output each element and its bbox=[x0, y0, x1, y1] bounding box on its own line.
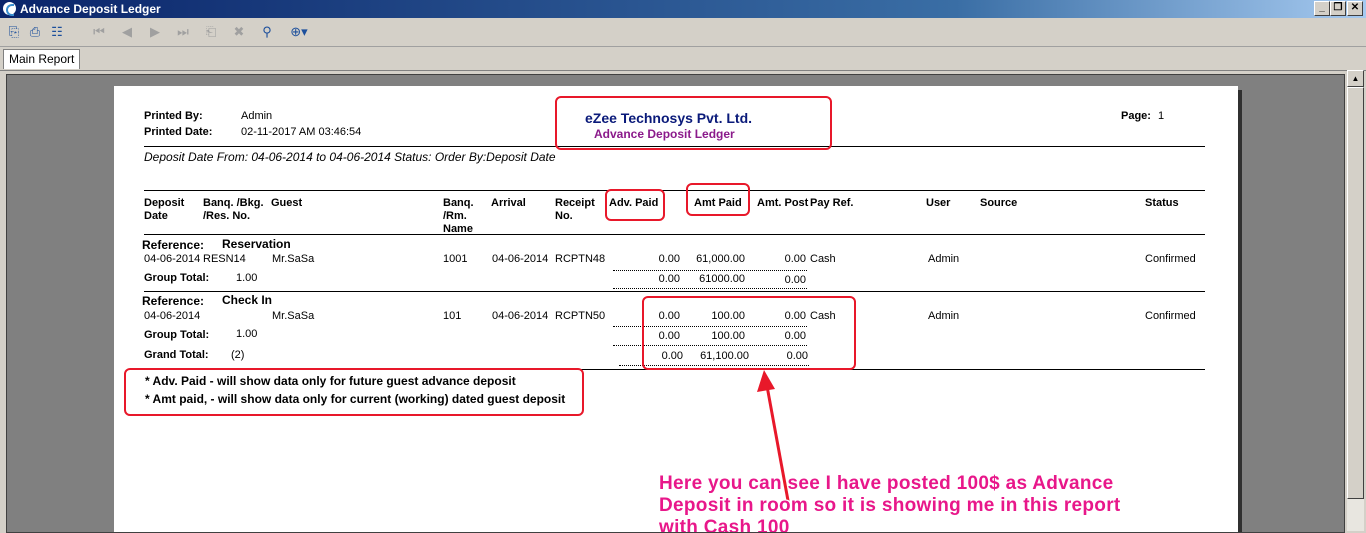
cell-amt-post: 0.00 bbox=[784, 253, 806, 265]
toolbar: ⎘ ⎙ ☷ ⏮ ◀ ▶ ⏭ ⎗ ✖ ⚲ ⊕▾ bbox=[0, 18, 1366, 47]
cell-pay-ref: Cash bbox=[810, 253, 836, 265]
cell-adv-paid: 0.00 bbox=[658, 253, 680, 265]
export-icon[interactable]: ⎘ bbox=[5, 23, 23, 41]
printed-by-label: Printed By: bbox=[144, 110, 203, 122]
cell-arrival: 04-06-2014 bbox=[492, 310, 549, 322]
arrow-head bbox=[757, 370, 775, 392]
reference-name: Reservation bbox=[222, 237, 291, 251]
divider bbox=[144, 234, 1205, 235]
cell-res-no: RESN14 bbox=[203, 253, 246, 265]
col-pay-ref: Pay Ref. bbox=[810, 197, 854, 209]
group-total-adv: 0.00 bbox=[658, 273, 680, 285]
cell-status: Confirmed bbox=[1145, 253, 1196, 265]
annotation-callout: Here you can see I have posted 100$ as A… bbox=[659, 473, 1121, 533]
cell-arrival: 04-06-2014 bbox=[492, 253, 549, 265]
col-arrival: Arrival bbox=[491, 197, 526, 209]
cell-guest: Mr.SaSa bbox=[272, 253, 315, 265]
col-banq-bkg: Banq. /Bkg. /Res. No. bbox=[203, 197, 264, 222]
page-number: 1 bbox=[1158, 110, 1165, 122]
cell-amt-paid: 61,000.00 bbox=[696, 253, 745, 265]
reference-name: Check In bbox=[222, 293, 273, 307]
cell-room: 1001 bbox=[443, 253, 468, 265]
cell-room: 101 bbox=[443, 310, 462, 322]
group-total-post: 0.00 bbox=[784, 274, 806, 286]
grand-total-count: (2) bbox=[231, 349, 245, 361]
col-source: Source bbox=[980, 197, 1018, 209]
col-status: Status bbox=[1145, 197, 1179, 209]
col-user: User bbox=[926, 197, 951, 209]
zoom-icon[interactable]: ⊕▾ bbox=[284, 23, 314, 41]
printed-by-value: Admin bbox=[241, 110, 273, 122]
cell-status: Confirmed bbox=[1145, 310, 1196, 322]
cell-user: Admin bbox=[928, 310, 960, 322]
cell-guest: Mr.SaSa bbox=[272, 310, 315, 322]
printed-date-label: Printed Date: bbox=[144, 126, 213, 138]
divider bbox=[144, 291, 1205, 292]
group-total-count: 1.00 bbox=[236, 328, 258, 340]
annotation-box-header bbox=[555, 96, 832, 150]
reference-label: Reference: bbox=[142, 238, 205, 252]
minimize-button[interactable]: _ bbox=[1314, 1, 1330, 16]
reference-label: Reference: bbox=[142, 294, 205, 308]
report-page: Printed By: Admin Printed Date: 02-11-20… bbox=[114, 86, 1238, 533]
cell-receipt: RCPTN50 bbox=[555, 310, 606, 322]
print-icon[interactable]: ⎙ bbox=[26, 23, 44, 41]
stop-icon[interactable]: ✖ bbox=[230, 23, 248, 41]
report-viewport: Printed By: Admin Printed Date: 02-11-20… bbox=[6, 74, 1345, 533]
col-banq-rm: Banq. /Rm. Name bbox=[443, 197, 474, 235]
printed-date-value: 02-11-2017 AM 03:46:54 bbox=[241, 126, 362, 138]
first-page-icon[interactable]: ⏮ bbox=[90, 23, 108, 41]
search-icon[interactable]: ⚲ bbox=[258, 23, 276, 41]
annotation-box-checkin-values bbox=[642, 296, 856, 370]
subtotal-rule bbox=[613, 270, 807, 271]
tab-bar: Main Report bbox=[0, 47, 1366, 71]
col-deposit-date: Deposit Date bbox=[144, 197, 185, 222]
annotation-box-amt-paid bbox=[686, 183, 750, 216]
cell-date: 04-06-2014 bbox=[144, 253, 201, 265]
app-icon bbox=[3, 2, 16, 16]
group-total-count: 1.00 bbox=[236, 272, 258, 284]
page-label: Page: bbox=[1121, 110, 1151, 122]
group-total-amt: 61000.00 bbox=[699, 273, 745, 285]
tab-main-report[interactable]: Main Report bbox=[3, 49, 81, 69]
cell-user: Admin bbox=[928, 253, 960, 265]
divider bbox=[144, 190, 1205, 191]
filter-line: Deposit Date From: 04-06-2014 to 04-06-2… bbox=[144, 150, 556, 164]
scroll-thumb[interactable] bbox=[1347, 87, 1364, 499]
annotation-box-notes bbox=[124, 368, 584, 416]
grand-total-label: Grand Total: bbox=[144, 349, 209, 361]
next-page-icon[interactable]: ▶ bbox=[146, 23, 164, 41]
goto-page-icon[interactable]: ⎗ bbox=[202, 23, 220, 41]
subtotal-rule bbox=[613, 288, 807, 289]
prev-page-icon[interactable]: ◀ bbox=[118, 23, 136, 41]
col-receipt: Receipt No. bbox=[555, 197, 595, 222]
group-total-label: Group Total: bbox=[144, 329, 210, 341]
cell-receipt: RCPTN48 bbox=[555, 253, 606, 265]
last-page-icon[interactable]: ⏭ bbox=[174, 23, 192, 41]
annotation-box-adv-paid bbox=[605, 189, 665, 221]
col-amt-post: Amt. Post bbox=[757, 197, 809, 209]
cell-date: 04-06-2014 bbox=[144, 310, 201, 322]
restore-button[interactable]: ❐ bbox=[1330, 1, 1346, 16]
vertical-scrollbar[interactable]: ▲ bbox=[1347, 70, 1364, 531]
close-button[interactable]: ✕ bbox=[1347, 1, 1363, 16]
scroll-up-icon[interactable]: ▲ bbox=[1347, 70, 1364, 87]
group-total-label: Group Total: bbox=[144, 272, 210, 284]
col-guest: Guest bbox=[271, 197, 303, 209]
title-bar: Advance Deposit Ledger _ ❐ ✕ bbox=[0, 0, 1366, 18]
window-title: Advance Deposit Ledger bbox=[20, 2, 161, 16]
group-tree-icon[interactable]: ☷ bbox=[48, 23, 66, 41]
